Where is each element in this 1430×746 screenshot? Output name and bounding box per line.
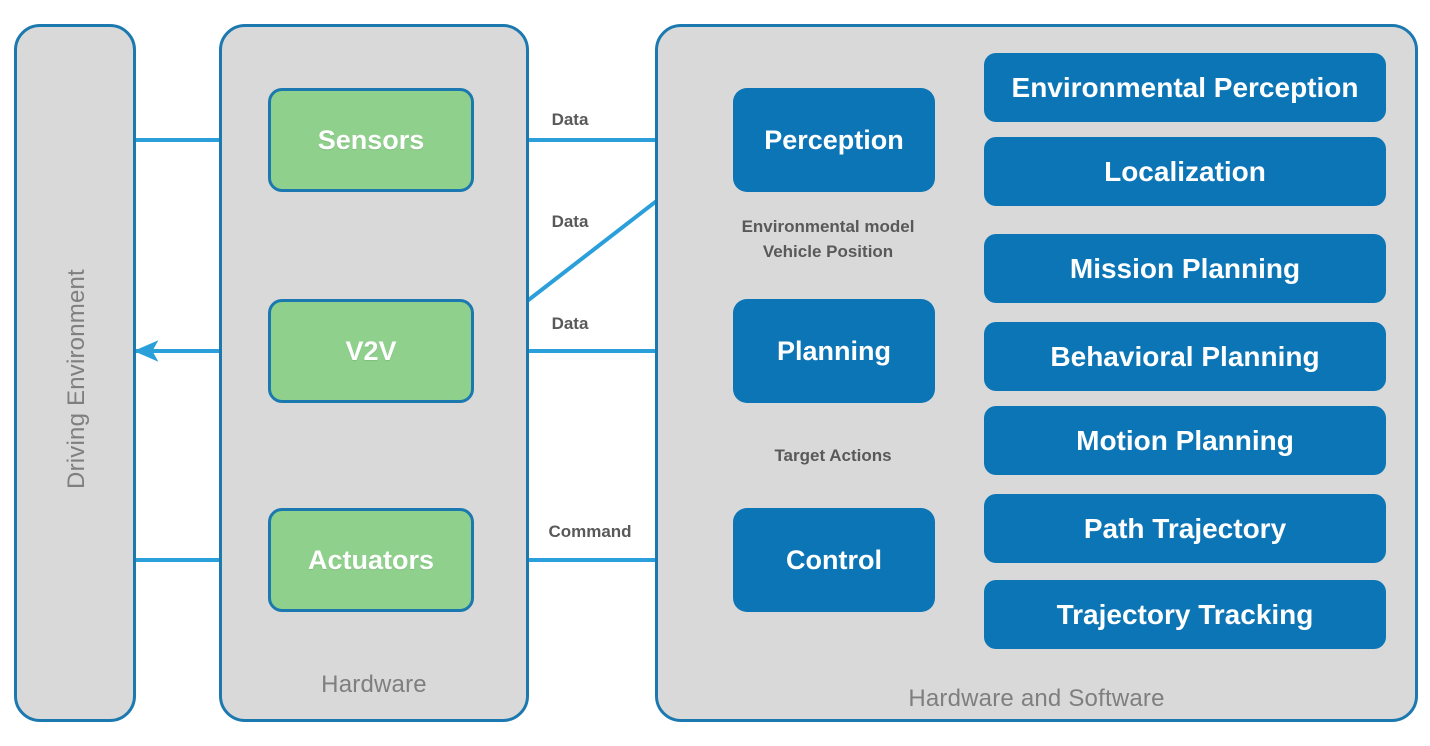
edge-label-line-1: Environmental model: [741, 217, 915, 236]
node-label-environmental-perception: Environmental Perception: [1011, 71, 1359, 103]
container-label-hardware-and-software: Hardware and Software: [908, 685, 1165, 712]
diagram-canvas: Driving Environment Hardware Hardware an…: [0, 0, 1430, 746]
edge-label-text: Command: [548, 522, 632, 541]
node-label-path-trajectory: Path Trajectory: [1083, 512, 1287, 544]
node-trajectory-tracking[interactable]: Trajectory Tracking: [984, 580, 1386, 649]
node-label-planning: Planning: [777, 335, 891, 366]
node-perception[interactable]: Perception: [733, 88, 935, 192]
node-label-control: Control: [786, 544, 882, 575]
edge-label-text: Target Actions: [774, 446, 892, 465]
edge-label-line-2: Vehicle Position: [762, 241, 894, 261]
node-sensors[interactable]: Sensors: [268, 88, 474, 192]
node-label-mission-planning: Mission Planning: [1069, 252, 1301, 284]
node-label-v2v: V2V: [345, 335, 397, 366]
node-environmental-perception[interactable]: Environmental Perception: [984, 53, 1386, 122]
container-label-driving-environment: Driving Environment: [63, 269, 90, 489]
container-label-hardware: Hardware: [321, 671, 427, 698]
edge-label-perception-to-v2v: Data: [500, 210, 640, 235]
edge-label-perception-to-planning: Environmental model Vehicle Position: [708, 215, 948, 264]
node-behavioral-planning[interactable]: Behavioral Planning: [984, 322, 1386, 391]
edge-label-text: Data: [551, 110, 589, 129]
node-control[interactable]: Control: [733, 508, 935, 612]
node-label-localization: Localization: [1104, 155, 1266, 187]
node-label-sensors: Sensors: [317, 124, 425, 155]
node-label-trajectory-tracking: Trajectory Tracking: [1056, 598, 1314, 630]
edge-label-sensors-to-perception: Data: [500, 108, 640, 133]
edge-label-text: Data: [551, 212, 589, 231]
node-label-behavioral-planning: Behavioral Planning: [1050, 340, 1320, 372]
node-motion-planning[interactable]: Motion Planning: [984, 406, 1386, 475]
node-label-perception: Perception: [764, 124, 904, 155]
node-path-trajectory[interactable]: Path Trajectory: [984, 494, 1386, 563]
node-label-motion-planning: Motion Planning: [1076, 424, 1294, 456]
node-label-actuators: Actuators: [307, 544, 435, 575]
node-localization[interactable]: Localization: [984, 137, 1386, 206]
edge-label-control-to-actuators: Command: [500, 520, 680, 545]
node-actuators[interactable]: Actuators: [268, 508, 474, 612]
container-driving-environment: Driving Environment: [14, 24, 136, 722]
node-mission-planning[interactable]: Mission Planning: [984, 234, 1386, 303]
edge-label-v2v-to-planning: Data: [500, 312, 640, 337]
edge-label-planning-to-control: Target Actions: [733, 444, 933, 469]
node-v2v[interactable]: V2V: [268, 299, 474, 403]
edge-label-text: Data: [551, 314, 589, 333]
node-planning[interactable]: Planning: [733, 299, 935, 403]
